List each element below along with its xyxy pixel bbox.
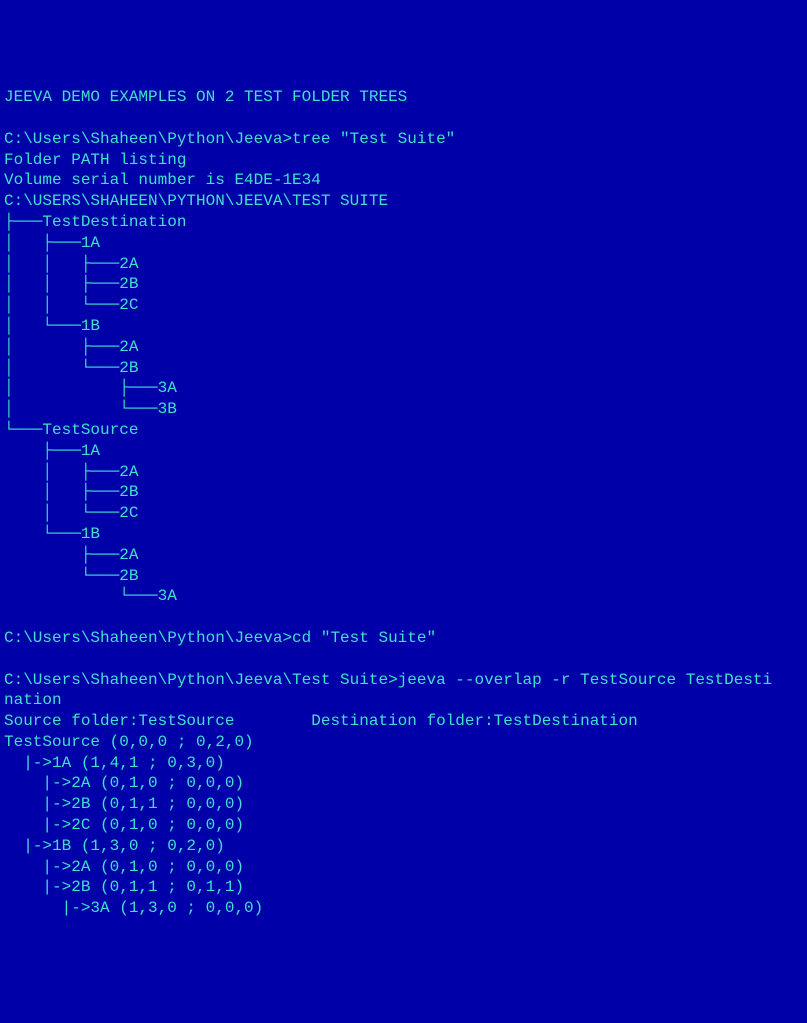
terminal-line: JEEVA DEMO EXAMPLES ON 2 TEST FOLDER TRE… [4,87,803,108]
terminal-line: C:\Users\Shaheen\Python\Jeeva>cd "Test S… [4,628,803,649]
terminal-line: │ └───1B [4,316,803,337]
terminal-line: │ │ ├───2A [4,254,803,275]
terminal-line: │ │ └───2C [4,295,803,316]
terminal-line: ├───TestDestination [4,212,803,233]
terminal-line: │ │ ├───2B [4,274,803,295]
terminal-line: │ └───3B [4,399,803,420]
terminal-line: |->2B (0,1,1 ; 0,1,1) [4,877,803,898]
terminal-line: │ └───2B [4,358,803,379]
terminal-line: └───TestSource [4,420,803,441]
terminal-line: C:\Users\Shaheen\Python\Jeeva\Test Suite… [4,670,803,691]
terminal-line: |->2C (0,1,0 ; 0,0,0) [4,815,803,836]
terminal-line: │ └───2C [4,503,803,524]
terminal-line: C:\Users\Shaheen\Python\Jeeva>tree "Test… [4,129,803,150]
terminal-line: ├───2A [4,545,803,566]
terminal-line: |->2A (0,1,0 ; 0,0,0) [4,773,803,794]
terminal-line: └───3A [4,586,803,607]
terminal-line: |->2A (0,1,0 ; 0,0,0) [4,857,803,878]
terminal-line: nation [4,690,803,711]
terminal-line: │ ├───2B [4,482,803,503]
terminal-line: TestSource (0,0,0 ; 0,2,0) [4,732,803,753]
terminal-line: Source folder:TestSource Destination fol… [4,711,803,732]
terminal-line: │ ├───2A [4,337,803,358]
terminal-line: |->2B (0,1,1 ; 0,0,0) [4,794,803,815]
terminal-line: |->1A (1,4,1 ; 0,3,0) [4,753,803,774]
terminal-line: |->1B (1,3,0 ; 0,2,0) [4,836,803,857]
terminal-line: Volume serial number is E4DE-1E34 [4,170,803,191]
terminal-line [4,607,803,628]
terminal-line: |->3A (1,3,0 ; 0,0,0) [4,898,803,919]
terminal-line: Folder PATH listing [4,150,803,171]
terminal-line [4,649,803,670]
terminal-line: └───1B [4,524,803,545]
terminal-line: │ ├───2A [4,462,803,483]
terminal-line: └───2B [4,566,803,587]
terminal-line: │ ├───3A [4,378,803,399]
terminal-line: │ ├───1A [4,233,803,254]
terminal-line: C:\USERS\SHAHEEN\PYTHON\JEEVA\TEST SUITE [4,191,803,212]
terminal-output: JEEVA DEMO EXAMPLES ON 2 TEST FOLDER TRE… [4,87,803,919]
terminal-line [4,108,803,129]
terminal-line: ├───1A [4,441,803,462]
